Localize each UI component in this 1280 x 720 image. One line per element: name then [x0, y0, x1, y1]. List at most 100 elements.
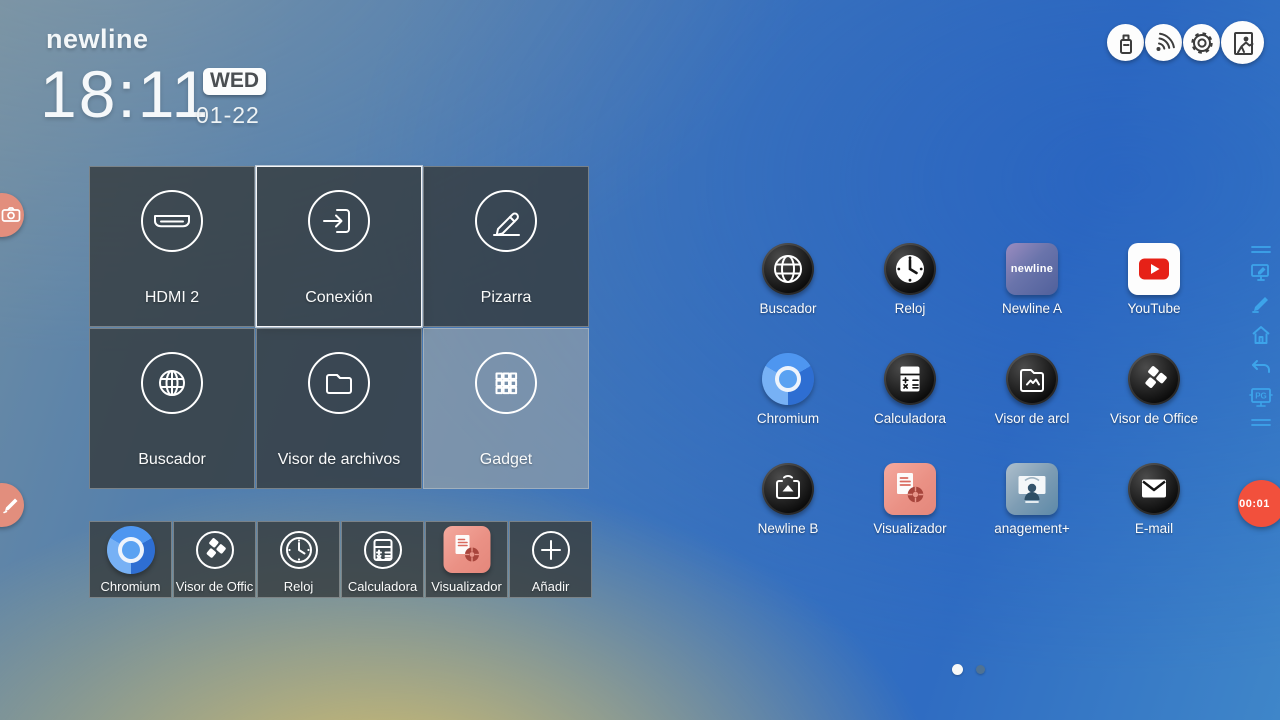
- broadcast-icon: [762, 463, 814, 515]
- timer-value: 00:01: [1239, 497, 1270, 510]
- tile-label: Conexión: [305, 289, 373, 306]
- app-label: Chromium: [756, 411, 820, 426]
- app-visor-archivos[interactable]: Visor de arcl: [971, 347, 1093, 457]
- quick-pen-button[interactable]: [0, 483, 24, 527]
- tile-label: Buscador: [138, 451, 206, 468]
- envelope-icon: [1128, 463, 1180, 515]
- app-label: Newline A: [1001, 301, 1063, 316]
- app-email[interactable]: E-mail: [1093, 457, 1215, 567]
- newline-app-icon: newline: [1006, 243, 1058, 295]
- office-icon: [1128, 353, 1180, 405]
- app-label: Visor de arcl: [994, 411, 1070, 426]
- status-bar: [1107, 21, 1264, 64]
- dock-label: Visor de Offic: [175, 579, 254, 594]
- tile-conexion[interactable]: Conexión: [256, 166, 422, 327]
- pg-label: PG: [1255, 392, 1267, 401]
- app-management[interactable]: anagement+: [971, 457, 1093, 567]
- page-monitor-icon[interactable]: PG: [1248, 385, 1274, 411]
- app-chromium[interactable]: Chromium: [727, 347, 849, 457]
- folder-icon: [307, 351, 371, 415]
- dock-visualizador[interactable]: Visualizador: [425, 521, 508, 598]
- pen-icon: [1, 495, 21, 515]
- youtube-icon: [1128, 243, 1180, 295]
- tile-gadget[interactable]: Gadget: [423, 328, 589, 489]
- display-management-icon: [1006, 463, 1058, 515]
- app-calculadora[interactable]: Calculadora: [849, 347, 971, 457]
- back-icon[interactable]: [1249, 354, 1273, 378]
- app-grid: Buscador Reloj newline Newline A YouTube: [727, 237, 1215, 567]
- settings-button[interactable]: [1183, 24, 1220, 61]
- toolbar-handle-bottom[interactable]: [1250, 418, 1272, 428]
- home-icon[interactable]: [1249, 323, 1273, 347]
- dock-label: Chromium: [100, 579, 161, 594]
- tile-pizarra[interactable]: Pizarra: [423, 166, 589, 327]
- page-dot[interactable]: [976, 665, 985, 674]
- calculator-icon: [884, 353, 936, 405]
- dock-calculadora[interactable]: Calculadora: [341, 521, 424, 598]
- tile-visor-archivos[interactable]: Visor de archivos: [256, 328, 422, 489]
- weekday-badge: WED: [203, 68, 266, 95]
- chromium-icon: [106, 526, 155, 574]
- app-label: Buscador: [759, 301, 817, 316]
- whiteboard-pencil-icon: [474, 189, 538, 253]
- clock-icon: [884, 243, 936, 295]
- pencil-icon[interactable]: [1249, 292, 1273, 316]
- wireless-hotspot-icon: [1146, 25, 1182, 61]
- office-icon: [191, 526, 239, 574]
- app-newline-b[interactable]: Newline B: [727, 457, 849, 567]
- tile-label: Gadget: [479, 451, 533, 468]
- recording-timer-badge[interactable]: 00:01: [1238, 480, 1280, 527]
- dock-label: Calculadora: [347, 579, 418, 594]
- newline-logo: newline: [46, 24, 149, 54]
- toolbar-handle-top[interactable]: [1250, 244, 1272, 254]
- clock-icon: [275, 526, 323, 574]
- chromium-icon: [762, 353, 814, 405]
- app-label: E-mail: [1134, 521, 1174, 536]
- exit-button[interactable]: [1221, 21, 1264, 64]
- dock-label: Visualizador: [431, 579, 502, 594]
- usb-drive-button[interactable]: [1107, 24, 1144, 61]
- app-label: Visor de Office: [1109, 411, 1199, 426]
- screen-annotate-icon[interactable]: [1249, 261, 1273, 285]
- tile-label: Pizarra: [480, 289, 532, 306]
- dock-anadir[interactable]: Añadir: [509, 521, 592, 598]
- app-youtube[interactable]: YouTube: [1093, 237, 1215, 347]
- app-grid-icon: [474, 351, 538, 415]
- app-visor-office[interactable]: Visor de Office: [1093, 347, 1215, 457]
- app-label: Calculadora: [873, 411, 947, 426]
- hdmi-icon: [140, 189, 204, 253]
- screenshot-camera-button[interactable]: [0, 193, 24, 237]
- visualizer-icon: [443, 526, 490, 573]
- usb-drive-icon: [1108, 25, 1144, 61]
- globe-icon: [140, 351, 204, 415]
- page-dot-active[interactable]: [952, 664, 963, 675]
- clock-date: 01-22: [196, 102, 260, 128]
- newline-app-icon-text: newline: [1010, 263, 1054, 275]
- calculator-icon: [359, 526, 407, 574]
- app-reloj[interactable]: Reloj: [849, 237, 971, 347]
- app-label: Visualizador: [873, 521, 947, 536]
- camera-icon: [1, 205, 21, 225]
- app-buscador[interactable]: Buscador: [727, 237, 849, 347]
- app-visualizador[interactable]: Visualizador: [849, 457, 971, 567]
- connect-icon: [307, 189, 371, 253]
- tile-hdmi2[interactable]: HDMI 2: [89, 166, 255, 327]
- wireless-hotspot-button[interactable]: [1145, 24, 1182, 61]
- dock: Chromium Visor de Offic Reloj Calculador…: [89, 521, 592, 598]
- dock-chromium[interactable]: Chromium: [89, 521, 172, 598]
- tile-buscador[interactable]: Buscador: [89, 328, 255, 489]
- app-newline-a[interactable]: newline Newline A: [971, 237, 1093, 347]
- globe-icon: [762, 243, 814, 295]
- app-label: Reloj: [894, 301, 926, 316]
- dock-label: Añadir: [531, 579, 570, 594]
- dock-visor-office[interactable]: Visor de Offic: [173, 521, 256, 598]
- visualizer-icon: [884, 463, 936, 515]
- app-label: Newline B: [757, 521, 819, 536]
- page-indicator: [952, 664, 985, 675]
- tile-label: HDMI 2: [144, 289, 200, 306]
- dock-reloj[interactable]: Reloj: [257, 521, 340, 598]
- dock-label: Reloj: [283, 579, 314, 594]
- clock-time: 18:11: [40, 57, 211, 131]
- image-folder-icon: [1006, 353, 1058, 405]
- main-tile-grid: HDMI 2 Conexión Pizarra Buscador Visor d…: [89, 166, 589, 489]
